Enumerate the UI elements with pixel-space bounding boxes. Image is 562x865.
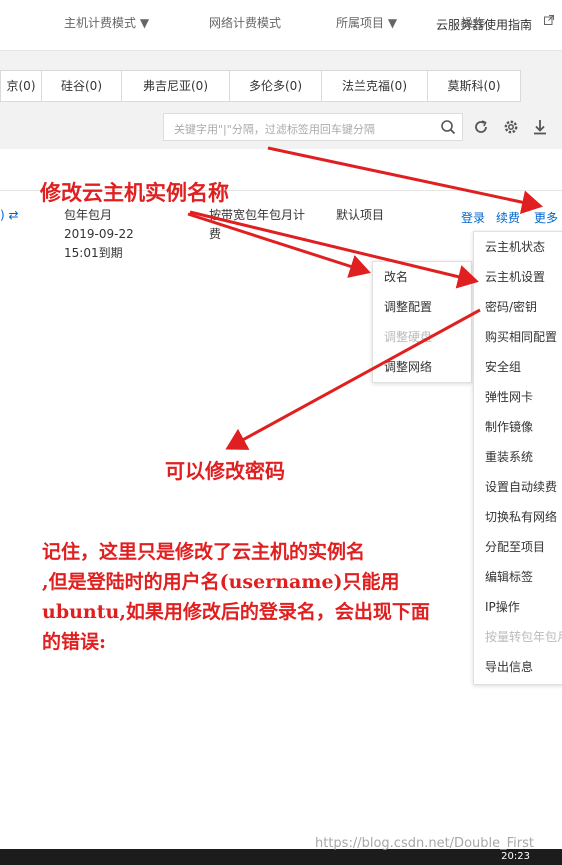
transfer-icon[interactable]: ⇄ <box>9 208 19 222</box>
gear-icon[interactable] <box>502 118 520 136</box>
region-tab[interactable]: 莫斯科(0) <box>427 70 521 102</box>
note-line: ubuntu,如果用修改后的登录名，会出现下面 <box>42 601 430 623</box>
search-icon[interactable] <box>440 119 456 135</box>
region-tab[interactable]: 京(0) <box>0 70 42 102</box>
login-link[interactable]: 登录 <box>461 209 485 226</box>
filter-icon[interactable]: ▼ <box>388 16 397 30</box>
search-placeholder: 关键字用"|"分隔，过滤标签用回车键分隔 <box>174 123 375 136</box>
instance-settings-submenu: 改名 调整配置 调整硬盘 调整网络 <box>372 261 472 383</box>
header-network-billing: 网络计费模式 <box>209 16 282 30</box>
watermark: https://blog.csdn.net/Double_First <box>315 836 534 851</box>
billing-expiry: 15:01到期 <box>64 246 123 260</box>
annotation-password: 可以修改密码 <box>165 459 285 483</box>
menu-item-auto-renew[interactable]: 设置自动续费 <box>474 472 562 502</box>
cell-network-billing: 按带宽包年包月计 费 <box>209 206 305 244</box>
menu-item-switch-vpc[interactable]: 切换私有网络 <box>474 502 562 532</box>
external-link-icon[interactable] <box>544 15 554 25</box>
refresh-icon[interactable] <box>472 118 490 136</box>
region-tabs: 京(0) 硅谷(0) 弗吉尼亚(0) 多伦多(0) 法兰克福(0) 莫斯科(0) <box>0 70 521 102</box>
taskbar <box>0 849 562 865</box>
annotation-note: 记住，这里只是修改了云主机的实例名 ,但是登陆时的用户名(username)只能… <box>42 537 562 657</box>
note-line: 记住，这里只是修改了云主机的实例名 <box>42 541 366 563</box>
menu-item-adjust-disk: 调整硬盘 <box>384 330 433 344</box>
header-billing-mode[interactable]: 主机计费模式 ▼ <box>64 14 149 31</box>
header-project[interactable]: 所属项目 ▼ <box>336 14 397 31</box>
billing-type: 包年包月 <box>64 208 113 222</box>
billing-date: 2019-09-22 <box>64 227 134 241</box>
region-tab[interactable]: 硅谷(0) <box>41 70 122 102</box>
menu-item-instance-status[interactable]: 云主机状态 <box>474 232 562 262</box>
menu-item-password-key[interactable]: 密码/密钥 <box>474 292 562 322</box>
more-link[interactable]: 更多 <box>534 209 558 226</box>
menu-item-create-image[interactable]: 制作镜像 <box>474 412 562 442</box>
region-tab[interactable]: 弗吉尼亚(0) <box>121 70 230 102</box>
network-billing-line: 费 <box>209 227 222 241</box>
note-line: 的错误: <box>42 631 107 653</box>
menu-item-instance-settings[interactable]: 云主机设置 <box>474 262 562 292</box>
clock: 20:23 <box>501 851 530 862</box>
header-operations: 操作 <box>461 16 486 30</box>
network-billing-line: 按带宽包年包月计 <box>209 208 306 222</box>
cell-project: 默认项目 <box>336 208 385 222</box>
row-status-fragment: ) ⇄ <box>0 208 19 222</box>
menu-item-elastic-nic[interactable]: 弹性网卡 <box>474 382 562 412</box>
menu-item-buy-same-config[interactable]: 购买相同配置 <box>474 322 562 352</box>
search-input[interactable]: 关键字用"|"分隔，过滤标签用回车键分隔 <box>163 113 463 141</box>
note-line: ,但是登陆时的用户名(username)只能用 <box>42 571 400 593</box>
annotation-rename: 修改云主机实例名称 <box>40 180 229 205</box>
menu-item-reinstall-system[interactable]: 重装系统 <box>474 442 562 472</box>
menu-item-adjust-config[interactable]: 调整配置 <box>373 292 471 322</box>
download-icon[interactable] <box>531 118 549 136</box>
region-tab[interactable]: 多伦多(0) <box>229 70 322 102</box>
renew-link[interactable]: 续费 <box>496 209 520 226</box>
filter-icon[interactable]: ▼ <box>140 16 149 30</box>
menu-item-security-group[interactable]: 安全组 <box>474 352 562 382</box>
menu-item-adjust-network[interactable]: 调整网络 <box>373 352 471 382</box>
cell-billing: 包年包月 2019-09-22 15:01到期 <box>64 206 134 263</box>
menu-item-rename[interactable]: 改名 <box>373 262 471 292</box>
region-tab[interactable]: 法兰克福(0) <box>321 70 428 102</box>
